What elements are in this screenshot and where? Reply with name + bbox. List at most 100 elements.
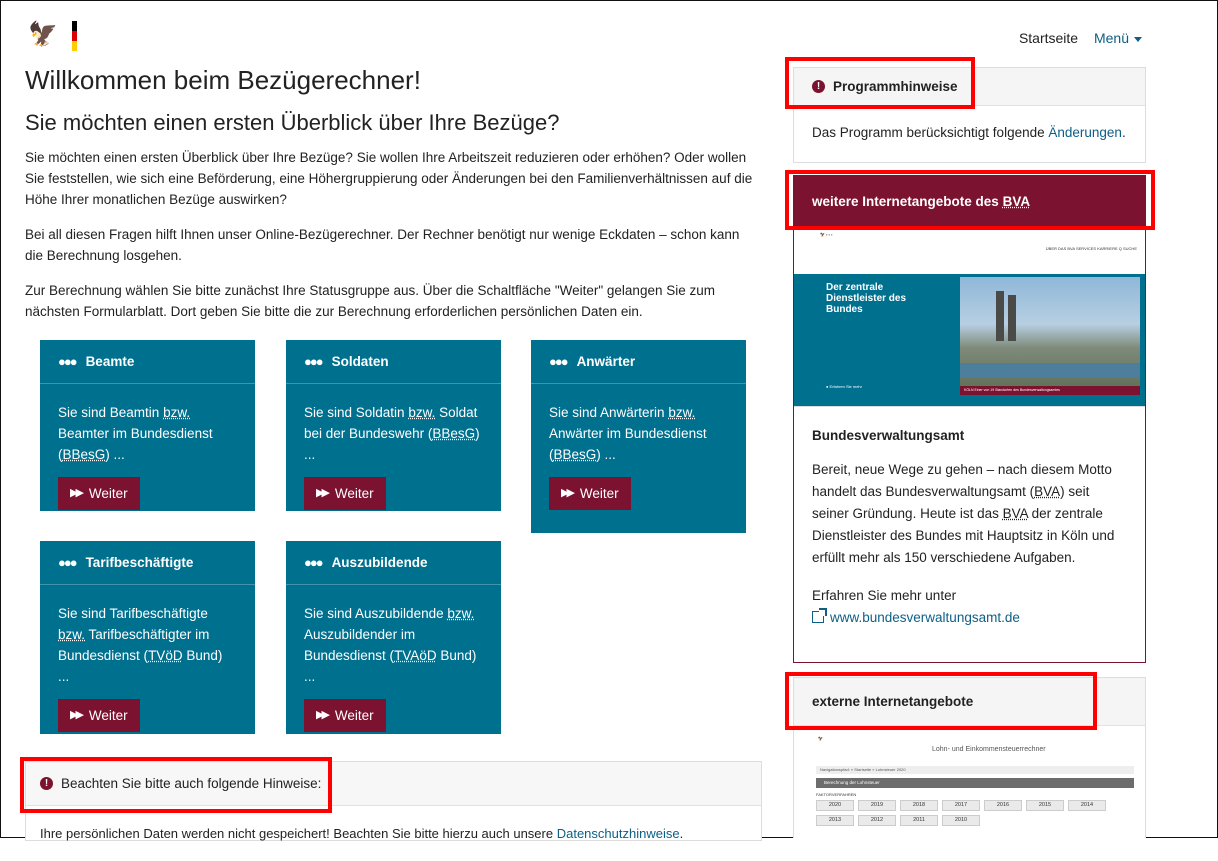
card-body: Sie sind Tarifbeschäftigte bzw. Tarifbes… [40, 585, 255, 750]
card-text: Sie sind Auszubildende [304, 606, 448, 621]
help-paragraph: Bei all diesen Fragen hilft Ihnen unser … [25, 227, 740, 263]
program-notes-text: Das Programm berücksichtigt folgende [812, 125, 1049, 140]
bva-card-title: weitere Internetangebote des [812, 193, 999, 209]
external-offers-card: externe Internetangebote 🦅 Lohn- und Ein… [793, 677, 1146, 839]
abbr-tvoed: TVöD [148, 648, 183, 663]
card-header: ●●● Beamte [40, 340, 255, 384]
card-title: Tarifbeschäftigte [85, 555, 194, 570]
preview-nav: ÜBER DAS BVA SERVICES KARRIERE Q SUCHE [1045, 246, 1137, 251]
program-notes-header: ! Programmhinweise [794, 68, 1145, 106]
card-header: ●●● Anwärter [531, 340, 746, 384]
info-icon: ! [812, 80, 825, 93]
year-button: 2014 [1068, 800, 1106, 811]
weiter-button-tarif[interactable]: ▶▶ Weiter [58, 699, 140, 732]
abbr-bzw: bzw. [668, 405, 696, 420]
card-header: ●●● Tarifbeschäftigte [40, 541, 255, 585]
instruction-paragraph: Zur Berechnung wählen Sie bitte zunächst… [25, 283, 715, 319]
abbr-tvaoed: TVAöD [394, 648, 437, 663]
card-text: ) ... [105, 447, 125, 462]
preview-header: 🦅 Lohn- und Einkommensteuerrechner [794, 734, 1145, 764]
card-header: ●●● Auszubildende [286, 541, 501, 585]
preview-breadcrumb: Navigationspfad: » Startseite » Lohnsteu… [816, 766, 1134, 774]
year-button: 2018 [900, 800, 938, 811]
tax-calculator-preview[interactable]: 🦅 Lohn- und Einkommensteuerrechner Navig… [794, 726, 1145, 839]
intro-paragraph: Sie möchten einen ersten Überblick über … [25, 150, 753, 207]
card-text: Sie sind Soldatin [304, 405, 409, 420]
fast-forward-icon: ▶▶ [70, 487, 84, 499]
abbr-bva: BVA [1002, 193, 1031, 209]
button-label: Weiter [334, 708, 374, 723]
bva-description: Bereit, neue Wege zu gehen – nach diesem… [812, 459, 1127, 569]
river [960, 363, 1140, 377]
card-auszubildende: ●●● Auszubildende Sie sind Auszubildende… [286, 541, 501, 734]
users-icon: ●●● [58, 555, 78, 570]
card-anwaerter: ●●● Anwärter Sie sind Anwärterin bzw. An… [531, 340, 746, 533]
preview-more-label: Erfahren Sie mehr [829, 384, 862, 389]
button-label: Weiter [88, 708, 128, 723]
year-buttons: 2020 2019 2018 2017 2016 2015 2014 2013 … [816, 800, 1134, 826]
federal-eagle-logo[interactable]: 🦅 [28, 21, 58, 49]
home-link[interactable]: Startseite [1019, 30, 1078, 46]
program-notes-card: ! Programmhinweise Das Programm berücksi… [793, 67, 1146, 163]
bva-more-label: Erfahren Sie mehr unter [812, 588, 957, 603]
preview-title: Der zentrale Dienstleister des Bundes [826, 282, 907, 315]
bva-website-preview[interactable]: 🦅 ▪ ▪ ▪ ÜBER DAS BVA SERVICES KARRIERE Q… [794, 226, 1145, 407]
users-icon: ●●● [549, 354, 569, 369]
fast-forward-icon: ▶▶ [316, 487, 330, 499]
page-title: Willkommen beim Bezügerechner! [25, 65, 421, 95]
year-button: 2017 [942, 800, 980, 811]
fast-forward-icon: ▶▶ [70, 709, 84, 721]
card-beamte: ●●● Beamte Sie sind Beamtin bzw. Beamter… [40, 340, 255, 511]
bva-link-text: www.bundesverwaltungsamt.de [830, 610, 1020, 625]
notice-header: ! Beachten Sie bitte auch folgende Hinwe… [26, 762, 761, 806]
weiter-button-soldaten[interactable]: ▶▶ Weiter [304, 477, 386, 510]
privacy-link[interactable]: Datenschutzhinweise [557, 826, 680, 841]
weiter-button-azubi[interactable]: ▶▶ Weiter [304, 699, 386, 732]
year-button: 2020 [816, 800, 854, 811]
abbr-bbesg: BBesG [62, 447, 106, 462]
top-navigation: Startseite Menü [1019, 30, 1142, 46]
weiter-button-anwaerter[interactable]: ▶▶ Weiter [549, 477, 631, 510]
card-text: Sie sind Beamtin [58, 405, 164, 420]
notice-title: Beachten Sie bitte auch folgende Hinweis… [61, 776, 322, 791]
abbr-bzw: bzw. [447, 606, 475, 621]
card-body: Sie sind Auszubildende bzw. Auszubildend… [286, 585, 501, 750]
card-title: Anwärter [576, 354, 636, 369]
program-notes-body: Das Programm berücksichtigt folgende Änd… [794, 106, 1145, 159]
card-header: ●●● Soldaten [286, 340, 501, 384]
users-icon: ●●● [304, 354, 324, 369]
button-label: Weiter [334, 486, 374, 501]
cathedral-spire [1008, 295, 1016, 341]
year-button: 2012 [858, 815, 896, 826]
card-text: Sie sind Tarifbeschäftigte [58, 606, 208, 621]
page-subtitle: Sie möchten einen ersten Überblick über … [25, 110, 560, 135]
main-content: Willkommen beim Bezügerechner! Sie möcht… [25, 63, 755, 336]
abbr-bva: BVA [1002, 506, 1028, 521]
weiter-button-beamte[interactable]: ▶▶ Weiter [58, 477, 140, 510]
preview-logo: 🦅 ▪ ▪ ▪ [820, 232, 833, 237]
bva-website-link[interactable]: www.bundesverwaltungsamt.de [812, 607, 1127, 629]
german-flag-icon [72, 21, 77, 51]
cathedral-spire [996, 291, 1004, 341]
preview-logo: 🦅 [818, 736, 823, 741]
program-notes-end: . [1121, 125, 1126, 140]
info-icon: ! [40, 777, 53, 790]
card-text: Sie sind Anwärterin [549, 405, 669, 420]
cologne-photo: KÖLN Einer von 19 Standorten des Bundesv… [960, 277, 1140, 395]
year-button: 2011 [900, 815, 938, 826]
card-tarifbeschaeftigte: ●●● Tarifbeschäftigte Sie sind Tarifbesc… [40, 541, 255, 734]
card-body: Sie sind Anwärterin bzw. Anwärter im Bun… [531, 384, 746, 528]
card-soldaten: ●●● Soldaten Sie sind Soldatin bzw. Sold… [286, 340, 501, 511]
users-icon: ●●● [304, 555, 324, 570]
abbr-bzw: bzw. [58, 627, 86, 642]
abbr-bbesg: BBesG [553, 447, 597, 462]
notice-end: . [679, 826, 684, 841]
abbr-bva: BVA [1034, 484, 1061, 499]
menu-dropdown[interactable]: Menü [1094, 30, 1142, 46]
button-label: Weiter [579, 486, 619, 501]
abbr-bzw: bzw. [408, 405, 436, 420]
card-title: Auszubildende [331, 555, 428, 570]
fast-forward-icon: ▶▶ [561, 487, 575, 499]
changes-link[interactable]: Änderungen [1048, 125, 1122, 140]
year-button: 2015 [1026, 800, 1064, 811]
